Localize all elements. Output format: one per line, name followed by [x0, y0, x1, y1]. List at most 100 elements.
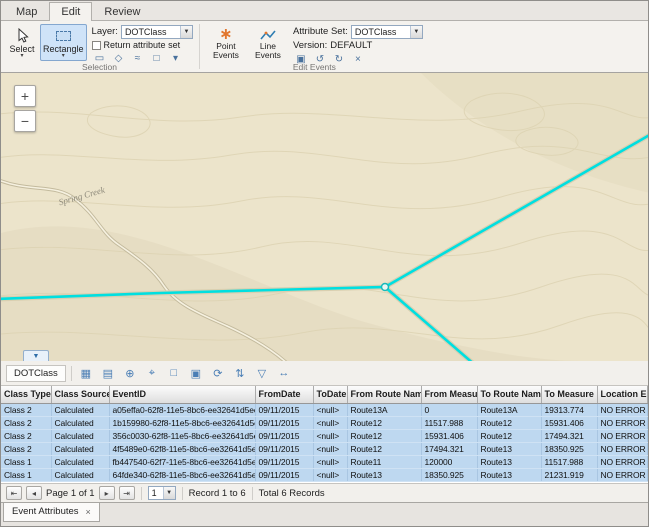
chevron-down-icon[interactable]: ▼: [180, 26, 192, 38]
table-cell[interactable]: 11517.988: [541, 455, 597, 468]
table-cell[interactable]: NO ERROR: [597, 442, 648, 455]
table-cell[interactable]: Route13: [347, 468, 421, 481]
table-cell[interactable]: fb447540-62f7-11e5-8bc6-ee32641d5ec9: [109, 455, 255, 468]
table-cell[interactable]: 09/11/2015: [255, 455, 313, 468]
column-header-to-measure[interactable]: To Measure: [541, 386, 597, 403]
table-cell[interactable]: 120000: [421, 455, 477, 468]
table-cell[interactable]: Route12: [477, 416, 541, 429]
point-events-button[interactable]: ∗ Point Events: [206, 24, 246, 61]
table-cell[interactable]: <null>: [313, 442, 347, 455]
table-row[interactable]: Class 1Calculated64fde340-62f8-11e5-8bc6…: [1, 468, 648, 481]
table-row[interactable]: Class 2Calculated1b159980-62f8-11e5-8bc6…: [1, 416, 648, 429]
table-cell[interactable]: NO ERROR: [597, 403, 648, 416]
table-cell[interactable]: 09/11/2015: [255, 442, 313, 455]
layer-name-label[interactable]: DOTClass: [6, 365, 66, 382]
table-cell[interactable]: Calculated: [51, 416, 109, 429]
chevron-down-icon[interactable]: ▼: [163, 487, 175, 499]
route-junction-vertex[interactable]: [382, 284, 389, 291]
table-cell[interactable]: Calculated: [51, 429, 109, 442]
select-dropdown-caret-icon[interactable]: ▾: [20, 54, 23, 59]
rectangle-tool-button[interactable]: Rectangle ▾: [40, 24, 87, 61]
table-cell[interactable]: Route13: [477, 455, 541, 468]
next-page-button[interactable]: ▸: [99, 486, 115, 500]
table-cell[interactable]: Class 2: [1, 403, 51, 416]
table-cell[interactable]: 19313.774: [541, 403, 597, 416]
table-cell[interactable]: <null>: [313, 468, 347, 481]
tab-review[interactable]: Review: [92, 2, 152, 21]
table-row[interactable]: Class 2Calculated356c0030-62f8-11e5-8bc6…: [1, 429, 648, 442]
zoom-out-button[interactable]: −: [14, 110, 36, 132]
table-cell[interactable]: <null>: [313, 403, 347, 416]
tab-event-attributes[interactable]: Event Attributes ×: [3, 503, 100, 522]
save-edits-icon[interactable]: ▣: [187, 364, 205, 382]
table-cell[interactable]: Class 2: [1, 429, 51, 442]
chevron-down-icon[interactable]: ▼: [410, 26, 422, 38]
table-cell[interactable]: <null>: [313, 429, 347, 442]
table-cell[interactable]: 09/11/2015: [255, 429, 313, 442]
table-cell[interactable]: 11517.988: [421, 416, 477, 429]
table-cell[interactable]: Calculated: [51, 403, 109, 416]
rectangle-dropdown-caret-icon[interactable]: ▾: [62, 54, 65, 59]
table-cell[interactable]: Calculated: [51, 455, 109, 468]
table-cell[interactable]: Route12: [347, 429, 421, 442]
table-cell[interactable]: 64fde340-62f8-11e5-8bc6-ee32641d5ec9: [109, 468, 255, 481]
previous-page-button[interactable]: ◂: [26, 486, 42, 500]
table-cell[interactable]: <null>: [313, 416, 347, 429]
column-header-eventid[interactable]: EventID: [109, 386, 255, 403]
filter-records-icon[interactable]: ▽: [253, 364, 271, 382]
pan-to-selected-icon[interactable]: ⌖: [143, 364, 161, 382]
resize-columns-icon[interactable]: ↔: [275, 364, 293, 382]
table-cell[interactable]: NO ERROR: [597, 416, 648, 429]
close-icon[interactable]: ×: [86, 507, 91, 517]
line-events-button[interactable]: Line Events: [248, 24, 288, 61]
table-cell[interactable]: 18350.925: [541, 442, 597, 455]
table-cell[interactable]: Route13: [477, 442, 541, 455]
tab-edit[interactable]: Edit: [49, 2, 92, 21]
table-cell[interactable]: 15931.406: [541, 416, 597, 429]
column-header-to-route-name[interactable]: To Route Name: [477, 386, 541, 403]
table-cell[interactable]: Calculated: [51, 442, 109, 455]
tab-map[interactable]: Map: [4, 2, 49, 21]
column-header-class-source[interactable]: Class Source: [51, 386, 109, 403]
table-cell[interactable]: Class 1: [1, 468, 51, 481]
table-cell[interactable]: Route12: [477, 429, 541, 442]
column-header-location-error[interactable]: Location Error: [597, 386, 648, 403]
table-cell[interactable]: Class 2: [1, 416, 51, 429]
table-cell[interactable]: 15931.406: [421, 429, 477, 442]
column-header-from-measure[interactable]: From Measure: [421, 386, 477, 403]
table-cell[interactable]: Route13A: [347, 403, 421, 416]
table-cell[interactable]: 356c0030-62f8-11e5-8bc6-ee32641d5ec9: [109, 429, 255, 442]
table-cell[interactable]: Route13: [477, 468, 541, 481]
table-cell[interactable]: 4f5489e0-62f8-11e5-8bc6-ee32641d5ec9: [109, 442, 255, 455]
table-cell[interactable]: 21231.919: [541, 468, 597, 481]
table-cell[interactable]: Route13A: [477, 403, 541, 416]
zoom-in-button[interactable]: +: [14, 85, 36, 107]
table-cell[interactable]: 17494.321: [421, 442, 477, 455]
table-row[interactable]: Class 2Calculated4f5489e0-62f8-11e5-8bc6…: [1, 442, 648, 455]
map-canvas[interactable]: + − Spring Creek ▼: [1, 73, 648, 361]
table-cell[interactable]: <null>: [313, 455, 347, 468]
table-cell[interactable]: 09/11/2015: [255, 416, 313, 429]
table-row[interactable]: Class 2Calculateda05effa0-62f8-11e5-8bc6…: [1, 403, 648, 416]
collapse-panel-button[interactable]: ▼: [23, 350, 49, 361]
first-page-button[interactable]: ⇤: [6, 486, 22, 500]
sort-records-icon[interactable]: ⇅: [231, 364, 249, 382]
zoom-to-selected-icon[interactable]: ⊕: [121, 364, 139, 382]
table-cell[interactable]: 09/11/2015: [255, 468, 313, 481]
attribute-set-dropdown[interactable]: DOTClass ▼: [351, 25, 423, 39]
attribute-table-icon[interactable]: ▦: [77, 364, 95, 382]
table-cell[interactable]: 09/11/2015: [255, 403, 313, 416]
clear-table-selection-icon[interactable]: □: [165, 364, 183, 382]
table-cell[interactable]: NO ERROR: [597, 429, 648, 442]
table-cell[interactable]: Route12: [347, 442, 421, 455]
select-tool-button[interactable]: Select ▾: [6, 24, 38, 61]
refresh-table-icon[interactable]: ⟳: [209, 364, 227, 382]
column-header-from-route-name[interactable]: From Route Name: [347, 386, 421, 403]
table-cell[interactable]: a05effa0-62f8-11e5-8bc6-ee32641d5ec9: [109, 403, 255, 416]
page-number-dropdown[interactable]: 1 ▼: [148, 486, 176, 500]
table-cell[interactable]: Route11: [347, 455, 421, 468]
table-cell[interactable]: Calculated: [51, 468, 109, 481]
table-cell[interactable]: 1b159980-62f8-11e5-8bc6-ee32641d5ec9: [109, 416, 255, 429]
column-header-fromdate[interactable]: FromDate: [255, 386, 313, 403]
table-cell[interactable]: 18350.925: [421, 468, 477, 481]
